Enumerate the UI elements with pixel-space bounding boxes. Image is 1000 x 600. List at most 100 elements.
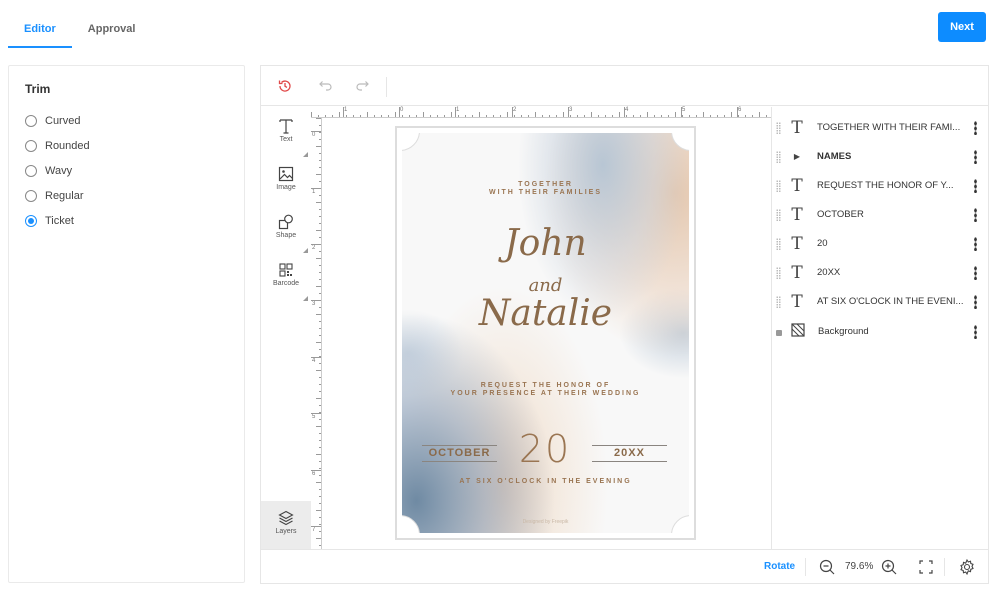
layer-item[interactable]: T REQUEST THE HONOR OF Y... — [772, 171, 989, 200]
trim-option-rounded[interactable]: Rounded — [25, 133, 90, 158]
ruler-label: 3 — [569, 107, 573, 113]
ruler-tick — [374, 115, 375, 117]
zoom-out-icon[interactable] — [818, 558, 836, 576]
more-options-icon[interactable] — [974, 266, 977, 280]
expand-corner-icon — [303, 152, 308, 157]
ruler-tick — [319, 377, 321, 378]
ruler-tick — [514, 115, 515, 117]
history-icon[interactable] — [275, 76, 295, 96]
tool-layers[interactable]: Layers — [261, 501, 311, 549]
expand-caret-icon[interactable]: ▶ — [787, 152, 807, 161]
ruler-tick — [661, 115, 662, 117]
drag-handle[interactable] — [776, 121, 781, 134]
zoom-in-icon[interactable] — [880, 558, 898, 576]
radio-button[interactable] — [25, 164, 37, 177]
radio-button[interactable] — [25, 139, 37, 152]
trim-option-wavy[interactable]: Wavy — [25, 158, 90, 183]
ruler-major-tick — [512, 107, 513, 117]
settings-gear-icon[interactable] — [958, 558, 976, 576]
ticket-notch — [671, 133, 689, 151]
fit-screen-icon[interactable] — [917, 558, 935, 576]
layer-item[interactable]: T AT SIX O'CLOCK IN THE EVENI... — [772, 287, 989, 316]
card-year[interactable]: 20XX — [592, 445, 667, 462]
layer-name: OCTOBER — [817, 209, 864, 220]
ruler-label: 1 — [344, 107, 348, 113]
card-day[interactable]: 20 — [510, 427, 580, 471]
undo-icon[interactable] — [315, 76, 335, 96]
radio-label: Ticket — [45, 214, 74, 227]
redo-icon[interactable] — [353, 76, 373, 96]
more-options-icon[interactable] — [974, 121, 977, 135]
design-canvas[interactable]: TOGETHER WITH THEIR FAMILIES John and Na… — [323, 119, 771, 549]
ruler-tick — [556, 115, 557, 117]
tool-text[interactable]: Text — [261, 113, 311, 159]
drag-handle[interactable] — [776, 208, 781, 221]
ruler-tick — [353, 115, 354, 117]
ruler-label: 2 — [312, 245, 316, 251]
tab-editor[interactable]: Editor — [8, 12, 72, 48]
toolbar-divider — [386, 77, 387, 97]
more-options-icon[interactable] — [974, 208, 977, 222]
invitation-card[interactable]: TOGETHER WITH THEIR FAMILIES John and Na… — [395, 126, 696, 540]
ruler-tick — [319, 272, 321, 273]
more-options-icon[interactable] — [974, 325, 977, 339]
ruler-tick — [486, 115, 487, 117]
card-text-time[interactable]: AT SIX O'CLOCK IN THE EVENING — [402, 477, 689, 486]
drag-handle[interactable] — [776, 150, 781, 163]
tab-approval[interactable]: Approval — [72, 12, 152, 48]
ruler-tick — [458, 115, 459, 117]
drag-handle[interactable] — [776, 266, 781, 279]
radio-button[interactable] — [25, 114, 37, 127]
next-button[interactable]: Next — [938, 12, 986, 42]
trim-option-ticket[interactable]: Ticket — [25, 208, 90, 233]
tool-label: Text — [279, 136, 293, 143]
ruler-tick — [319, 279, 321, 280]
card-background[interactable]: TOGETHER WITH THEIR FAMILIES John and Na… — [402, 133, 689, 533]
layer-item[interactable]: T OCTOBER — [772, 200, 989, 229]
drag-handle[interactable] — [776, 295, 781, 308]
ruler-major-tick — [311, 357, 321, 358]
radio-button-selected[interactable] — [25, 214, 37, 227]
ruler-tick — [319, 433, 321, 434]
ruler-tick — [316, 398, 321, 399]
ruler-tick — [319, 524, 321, 525]
ruler-tick — [647, 112, 648, 117]
ruler-tick — [654, 115, 655, 117]
ruler-tick — [319, 153, 321, 154]
layer-item[interactable]: Background — [772, 317, 989, 346]
ruler-label: 5 — [682, 107, 686, 113]
layer-item[interactable]: T TOGETHER WITH THEIR FAMI... — [772, 113, 989, 142]
radio-button[interactable] — [25, 189, 37, 202]
tool-shape[interactable]: Shape — [261, 209, 311, 255]
layer-item[interactable]: T 20XX — [772, 258, 989, 287]
card-text-presence[interactable]: YOUR PRESENCE AT THEIR WEDDING — [402, 389, 689, 398]
layer-name: TOGETHER WITH THEIR FAMI... — [817, 122, 961, 133]
ruler-tick — [626, 115, 627, 117]
layer-item[interactable]: ▶ NAMES — [772, 142, 989, 171]
trim-options: Curved Rounded Wavy Regular Ticket — [25, 108, 90, 233]
drag-handle[interactable] — [776, 179, 781, 192]
text-layer-icon: T — [791, 262, 803, 283]
more-options-icon[interactable] — [974, 237, 977, 251]
card-text-families[interactable]: WITH THEIR FAMILIES — [402, 188, 689, 197]
trim-option-regular[interactable]: Regular — [25, 183, 90, 208]
card-month[interactable]: OCTOBER — [422, 445, 497, 462]
rotate-button[interactable]: Rotate — [764, 561, 795, 572]
drag-handle[interactable] — [776, 237, 781, 250]
tool-barcode[interactable]: Barcode — [261, 257, 311, 303]
card-name-2[interactable]: Natalie — [402, 293, 689, 334]
layer-name: 20 — [817, 238, 828, 249]
ruler-label: 0 — [312, 132, 316, 138]
trim-option-curved[interactable]: Curved — [25, 108, 90, 133]
ruler-tick — [319, 160, 321, 161]
more-options-icon[interactable] — [974, 179, 977, 193]
card-name-1[interactable]: John — [402, 223, 689, 264]
more-options-icon[interactable] — [974, 295, 977, 309]
ruler-tick — [619, 112, 620, 117]
horizontal-ruler: 1 0 1 2 3 4 5 6 — [311, 107, 771, 118]
ruler-label: 1 — [312, 189, 316, 195]
layer-item[interactable]: T 20 — [772, 229, 989, 258]
more-options-icon[interactable] — [974, 150, 977, 164]
tool-label: Barcode — [272, 280, 300, 287]
tool-image[interactable]: Image — [261, 161, 311, 207]
